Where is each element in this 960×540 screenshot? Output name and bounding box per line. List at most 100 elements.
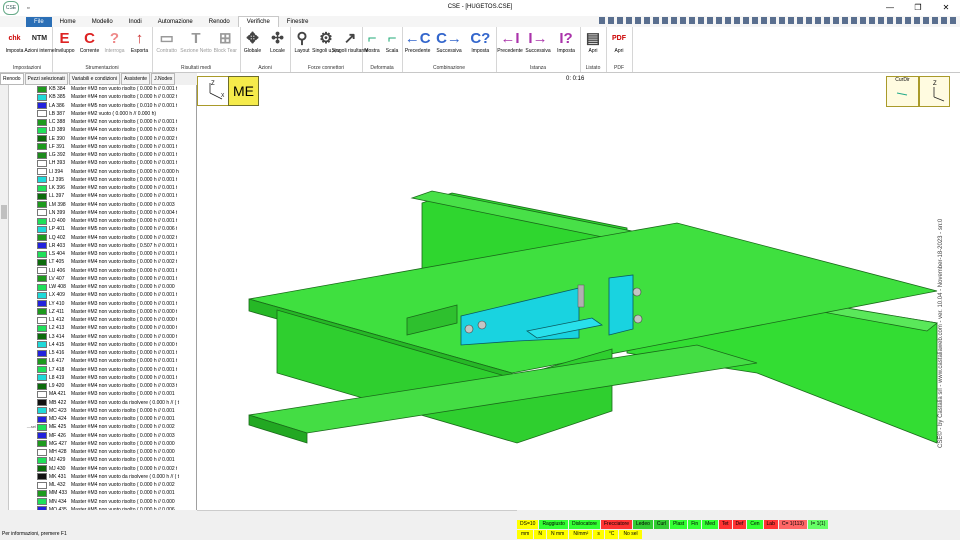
- tab-home[interactable]: Home: [52, 17, 84, 27]
- panel-tab[interactable]: Assistente: [120, 73, 151, 85]
- list-item[interactable]: —sel ME 425 Master #M4 non vuoto risolto (…: [10, 423, 194, 431]
- tool-icon[interactable]: [824, 17, 830, 24]
- tool-icon[interactable]: [869, 17, 875, 24]
- list-item[interactable]: LD 389 Master #M4 non vuoto risolto ( 0.0…: [10, 126, 194, 134]
- list-item[interactable]: LM 398 Master #M4 non vuoto risolto ( 0.0…: [10, 201, 194, 209]
- list-item[interactable]: LW 408 Master #M2 non vuoto risolto ( 0.0…: [10, 283, 194, 291]
- ribbon-button[interactable]: C→ Successiva: [436, 28, 462, 55]
- list-item[interactable]: L7 418 Master #M3 non vuoto risolto ( 0.0…: [10, 366, 194, 374]
- tool-icon[interactable]: [752, 17, 758, 24]
- tool-icon[interactable]: [806, 17, 812, 24]
- ribbon-button[interactable]: ↑ Esporta: [128, 28, 152, 55]
- tool-icon[interactable]: [860, 17, 866, 24]
- tool-icon[interactable]: [950, 17, 956, 24]
- tool-icon[interactable]: [761, 17, 767, 24]
- tab-modello[interactable]: Modello: [84, 17, 121, 27]
- list-item[interactable]: LR 403 Master #M3 non vuoto risolto ( 0.5…: [10, 242, 194, 250]
- scrollbar-thumb[interactable]: [1, 205, 7, 219]
- list-item[interactable]: LH 393 Master #M3 non vuoto risolto ( 0.0…: [10, 159, 194, 167]
- ribbon-button[interactable]: ⌐ Scala: [382, 28, 402, 55]
- list-item[interactable]: LJ 395 Master #M3 non vuoto risolto ( 0.0…: [10, 176, 194, 184]
- list-item[interactable]: LX 409 Master #M3 non vuoto risolto ( 0.0…: [10, 291, 194, 299]
- list-item[interactable]: L4 415 Master #M2 non vuoto risolto ( 0.0…: [10, 341, 194, 349]
- ribbon-button[interactable]: I? Imposta: [554, 28, 578, 55]
- list-item[interactable]: LE 390 Master #M4 non vuoto risolto ( 0.0…: [10, 135, 194, 143]
- list-item[interactable]: MM 433 Master #M3 non vuoto risolto ( 0.0…: [10, 489, 194, 497]
- list-item[interactable]: KB 385 Master #M4 non vuoto risolto ( 0.0…: [10, 93, 194, 101]
- status-indicator[interactable]: Tet: [718, 520, 732, 529]
- list-item[interactable]: LQ 402 Master #M4 non vuoto risolto ( 0.0…: [10, 234, 194, 242]
- list-item[interactable]: LK 396 Master #M2 non vuoto risolto ( 0.0…: [10, 184, 194, 192]
- ribbon-button[interactable]: PDF Apri: [607, 28, 631, 55]
- tool-icon[interactable]: [599, 17, 605, 24]
- tool-icon[interactable]: [725, 17, 731, 24]
- tool-icon[interactable]: [788, 17, 794, 24]
- tool-icon[interactable]: [842, 17, 848, 24]
- list-item[interactable]: MN 434 Master #M2 non vuoto risolto ( 0.0…: [10, 498, 194, 506]
- list-item[interactable]: LB 387 Master #M2 vuoto ( 0.000 h // 0.00…: [10, 110, 194, 118]
- list-item[interactable]: MH 428 Master #M2 non vuoto risolto ( 0.0…: [10, 448, 194, 456]
- list-item[interactable]: LL 397 Master #M4 non vuoto risolto ( 0.0…: [10, 192, 194, 200]
- tab-automazione[interactable]: Automazione: [150, 17, 201, 27]
- tool-icon[interactable]: [905, 17, 911, 24]
- list-item[interactable]: L5 416 Master #M3 non vuoto risolto ( 0.0…: [10, 349, 194, 357]
- tool-icon[interactable]: [716, 17, 722, 24]
- list-item[interactable]: MD 424 Master #M3 non vuoto risolto ( 0.0…: [10, 415, 194, 423]
- list-item[interactable]: LT 405 Master #M4 non vuoto risolto ( 0.0…: [10, 258, 194, 266]
- tab-finestre[interactable]: Finestre: [279, 17, 317, 27]
- tool-icon[interactable]: [743, 17, 749, 24]
- list-scrollbar[interactable]: [0, 85, 9, 510]
- list-item[interactable]: LC 388 Master #M2 non vuoto risolto ( 0.0…: [10, 118, 194, 126]
- list-item[interactable]: LG 392 Master #M3 non vuoto risolto ( 0.0…: [10, 151, 194, 159]
- status-indicator[interactable]: Lab: [763, 520, 778, 529]
- ribbon-button[interactable]: E Inviluppo: [53, 28, 77, 55]
- ribbon-button[interactable]: C Corrente: [78, 28, 102, 55]
- tool-icon[interactable]: [797, 17, 803, 24]
- list-item[interactable]: L3 414 Master #M2 non vuoto risolto ( 0.0…: [10, 333, 194, 341]
- ribbon-button[interactable]: ←C Precedente: [405, 28, 431, 55]
- panel-tab[interactable]: Pezzi selezionati: [24, 73, 68, 85]
- status-indicator[interactable]: Fin: [688, 520, 702, 529]
- ribbon-button[interactable]: chk Imposta: [3, 28, 27, 55]
- status-indicator[interactable]: C= 1(113): [778, 520, 807, 529]
- tab-verifiche[interactable]: Verifiche: [237, 16, 279, 27]
- tool-icon[interactable]: [698, 17, 704, 24]
- tool-icon[interactable]: [644, 17, 650, 24]
- list-item[interactable]: LZ 411 Master #M2 non vuoto risolto ( 0.0…: [10, 308, 194, 316]
- tool-icon[interactable]: [626, 17, 632, 24]
- ribbon-button[interactable]: ↗ Singoli risultante: [332, 28, 369, 54]
- tool-icon[interactable]: [887, 17, 893, 24]
- quick-access-toolbar[interactable]: ▫: [27, 5, 29, 12]
- list-item[interactable]: MO 435 Master #M5 non vuoto risolto ( 0.0…: [10, 506, 194, 510]
- ribbon-button[interactable]: ▭ Contratto: [155, 28, 179, 54]
- list-item[interactable]: ML 432 Master #M4 non vuoto risolto ( 0.0…: [10, 481, 194, 489]
- ribbon-button[interactable]: ←I Precedente: [497, 28, 523, 55]
- list-item[interactable]: L2 413 Master #M2 non vuoto risolto ( 0.0…: [10, 324, 194, 332]
- tool-icon[interactable]: [923, 17, 929, 24]
- tool-icon[interactable]: [941, 17, 947, 24]
- tool-icon[interactable]: [635, 17, 641, 24]
- status-indicator[interactable]: Ledeo: [632, 520, 653, 529]
- restore-icon[interactable]: ❐: [904, 0, 932, 16]
- panel-tab[interactable]: Renodo: [0, 73, 24, 85]
- list-item[interactable]: LY 410 Master #M3 non vuoto risolto ( 0.0…: [10, 300, 194, 308]
- tool-icon[interactable]: [653, 17, 659, 24]
- tool-icon[interactable]: [914, 17, 920, 24]
- ribbon-button[interactable]: ✣ Locale: [266, 28, 290, 54]
- list-item[interactable]: LN 399 Master #M4 non vuoto risolto ( 0.0…: [10, 209, 194, 217]
- tool-icon[interactable]: [617, 17, 623, 24]
- tool-icon[interactable]: [680, 17, 686, 24]
- tool-icon[interactable]: [833, 17, 839, 24]
- list-item[interactable]: MK 431 Master #M4 non vuoto da risolvere …: [10, 473, 194, 481]
- tool-icon[interactable]: [896, 17, 902, 24]
- list-item[interactable]: MA 421 Master #M3 non vuoto risolto ( 0.0…: [10, 390, 194, 398]
- list-item[interactable]: KB 384 Master #M3 non vuoto risolto ( 0.0…: [10, 85, 194, 93]
- list-item[interactable]: LF 391 Master #M3 non vuoto risolto ( 0.0…: [10, 143, 194, 151]
- tab-file[interactable]: File: [26, 17, 52, 27]
- tab-renodo[interactable]: Renodo: [201, 17, 238, 27]
- tool-icon[interactable]: [608, 17, 614, 24]
- ribbon-button[interactable]: ⊞ Block Tear: [213, 28, 237, 54]
- list-item[interactable]: L6 417 Master #M3 non vuoto risolto ( 0.0…: [10, 357, 194, 365]
- list-item[interactable]: LI 394 Master #M2 non vuoto risolto ( 0.0…: [10, 168, 194, 176]
- list-item[interactable]: L9 420 Master #M4 non vuoto risolto ( 0.0…: [10, 382, 194, 390]
